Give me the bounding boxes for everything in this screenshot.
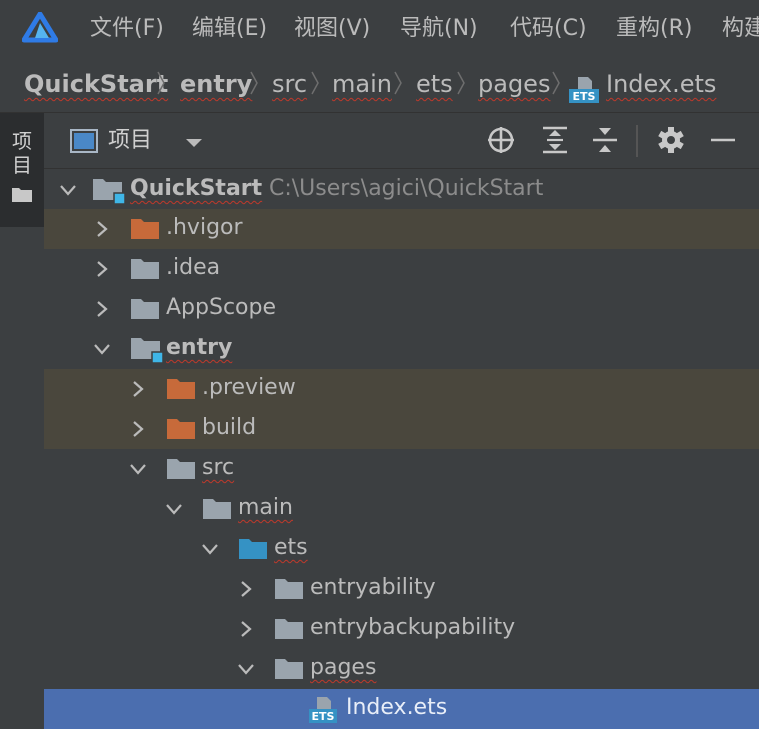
tree-label: ets xyxy=(274,535,308,560)
tree-row-ets[interactable]: ets xyxy=(44,529,759,569)
folder-icon xyxy=(131,299,159,319)
folder-icon xyxy=(167,459,195,479)
chevron-right-icon[interactable] xyxy=(238,621,254,637)
tree-row-preview[interactable]: .preview xyxy=(44,369,759,409)
breadcrumb-item-ets[interactable]: ets xyxy=(416,68,453,100)
breadcrumb-item-pages[interactable]: pages xyxy=(478,68,550,100)
project-view-selector[interactable]: 项目 xyxy=(108,126,152,156)
tree-label: src xyxy=(202,455,235,480)
folder-icon xyxy=(203,499,231,519)
tree-row-hvigor[interactable]: .hvigor xyxy=(44,209,759,249)
module-folder-icon xyxy=(131,338,164,363)
chevron-down-icon[interactable] xyxy=(202,541,218,557)
tree-row-src[interactable]: src xyxy=(44,449,759,489)
breadcrumb-separator-icon xyxy=(250,71,258,95)
chevron-down-icon[interactable] xyxy=(94,341,110,357)
chevron-down-icon[interactable] xyxy=(238,661,254,677)
module-folder-icon xyxy=(93,179,126,204)
menu-refactor[interactable]: 重构(R) xyxy=(616,14,692,44)
menu-file[interactable]: 文件(F) xyxy=(90,14,164,44)
breadcrumb-item-quickstart[interactable]: QuickStart xyxy=(24,68,168,100)
tree-row-index-ets[interactable]: ETS Index.ets xyxy=(44,689,759,729)
chevron-right-icon[interactable] xyxy=(130,381,146,397)
project-tree: QuickStart C:\Users\agici\QuickStart .hv… xyxy=(44,169,759,729)
breadcrumb-item-main[interactable]: main xyxy=(332,68,392,100)
project-panel-header: 项目 xyxy=(44,113,759,169)
chevron-right-icon[interactable] xyxy=(94,221,110,237)
ets-file-icon: ETS xyxy=(569,77,599,103)
breadcrumb-item-entry[interactable]: entry xyxy=(180,68,252,100)
menu-code[interactable]: 代码(C) xyxy=(510,14,587,44)
chevron-right-icon[interactable] xyxy=(94,261,110,277)
toolbar-divider xyxy=(636,125,638,157)
breadcrumb-item-index-ets[interactable]: Index.ets xyxy=(606,68,716,100)
tree-label: entry xyxy=(166,335,233,360)
source-folder-icon xyxy=(239,539,267,559)
tree-row-entrybackupability[interactable]: entrybackupability xyxy=(44,609,759,649)
svg-text:ETS: ETS xyxy=(312,710,335,723)
breadcrumb-separator-icon xyxy=(311,71,319,95)
tree-label: .preview xyxy=(202,375,296,400)
tree-row-build[interactable]: build xyxy=(44,409,759,449)
chevron-down-icon[interactable] xyxy=(60,182,76,198)
tree-row-main[interactable]: main xyxy=(44,489,759,529)
tree-row-idea[interactable]: .idea xyxy=(44,249,759,289)
expand-all-icon[interactable] xyxy=(540,125,570,155)
breadcrumb-separator-icon xyxy=(552,71,560,95)
breadcrumb-separator-icon xyxy=(394,71,402,95)
gear-icon[interactable] xyxy=(656,125,686,155)
menu-navigate[interactable]: 导航(N) xyxy=(400,14,478,44)
tree-label: QuickStart xyxy=(130,176,263,201)
menu-edit[interactable]: 编辑(E) xyxy=(192,14,267,44)
project-tool-tab[interactable]: 项目 xyxy=(0,113,44,227)
chevron-down-icon[interactable] xyxy=(166,501,182,517)
tree-row-entryability[interactable]: entryability xyxy=(44,569,759,609)
tree-row-quickstart[interactable]: QuickStart C:\Users\agici\QuickStart xyxy=(44,170,759,210)
excluded-folder-icon xyxy=(167,379,195,399)
tree-row-appscope[interactable]: AppScope xyxy=(44,289,759,329)
project-path: C:\Users\agici\QuickStart xyxy=(269,176,544,201)
excluded-folder-icon xyxy=(167,419,195,439)
chevron-right-icon[interactable] xyxy=(238,581,254,597)
tree-label: Index.ets xyxy=(346,695,448,720)
menu-view[interactable]: 视图(V) xyxy=(294,14,370,44)
tree-label: entryability xyxy=(310,575,436,600)
tree-label: .idea xyxy=(166,255,221,280)
tree-label: entrybackupability xyxy=(310,615,516,640)
tree-label: pages xyxy=(310,655,377,680)
tree-label: .hvigor xyxy=(166,215,243,240)
breadcrumb-item-src[interactable]: src xyxy=(272,68,307,100)
chevron-right-icon[interactable] xyxy=(130,421,146,437)
ets-file-icon: ETS xyxy=(309,697,337,723)
folder-icon xyxy=(12,188,32,202)
app-logo-icon xyxy=(22,12,58,43)
breadcrumb: QuickStart entry src main ets pages ETS … xyxy=(0,58,759,113)
svg-text:ETS: ETS xyxy=(573,90,596,103)
menubar: 文件(F) 编辑(E) 视图(V) 导航(N) 代码(C) 重构(R) 构建 xyxy=(0,0,759,58)
folder-icon xyxy=(275,659,303,679)
tree-label: AppScope xyxy=(166,295,276,320)
minimize-icon[interactable] xyxy=(708,125,738,155)
tree-row-entry[interactable]: entry xyxy=(44,329,759,369)
menu-build[interactable]: 构建 xyxy=(722,14,759,44)
breadcrumb-separator-icon xyxy=(157,71,165,95)
chevron-right-icon[interactable] xyxy=(94,301,110,317)
tree-label: build xyxy=(202,415,257,440)
tree-label: main xyxy=(238,495,293,520)
chevron-down-icon[interactable] xyxy=(130,461,146,477)
project-view-icon xyxy=(70,129,98,153)
chevron-down-icon[interactable] xyxy=(184,137,204,149)
folder-icon xyxy=(275,619,303,639)
folder-icon xyxy=(275,579,303,599)
excluded-folder-icon xyxy=(131,219,159,239)
folder-icon xyxy=(131,259,159,279)
tree-row-pages[interactable]: pages xyxy=(44,649,759,689)
locate-icon[interactable] xyxy=(486,125,516,155)
breadcrumb-separator-icon xyxy=(457,71,465,95)
project-tool-tab-label: 项目 xyxy=(12,129,32,177)
collapse-all-icon[interactable] xyxy=(590,125,620,155)
